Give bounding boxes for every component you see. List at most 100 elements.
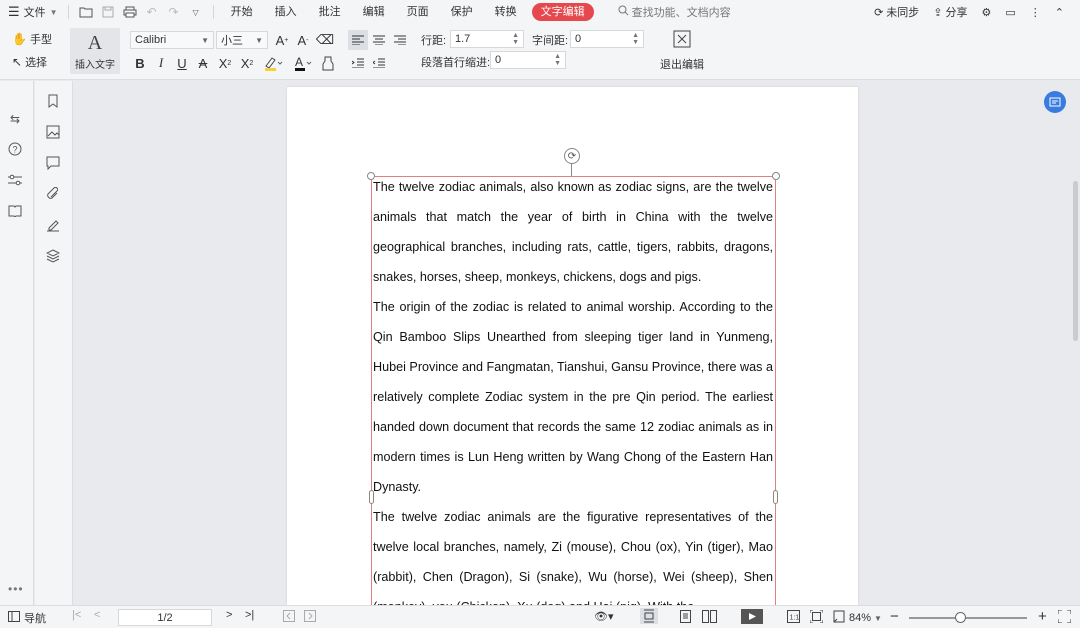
customize-dropdown-icon[interactable]: ▽ (185, 1, 207, 23)
comment-icon[interactable] (43, 153, 63, 173)
hand-tool-button[interactable]: ✋ 手型 (12, 31, 52, 47)
fit-width-icon (833, 610, 845, 626)
first-indent-input[interactable]: 0 ▲ ▼ (490, 51, 566, 69)
prev-page-icon[interactable]: < (94, 609, 100, 621)
font-family-select[interactable]: Calibri ▼ (130, 31, 214, 49)
scrollbar-thumb[interactable] (1073, 181, 1078, 341)
zoom-out-icon[interactable]: − (890, 608, 899, 625)
svg-text:A: A (295, 55, 303, 69)
zoom-in-icon[interactable]: + (1038, 608, 1047, 625)
tab-page[interactable]: 页面 (396, 0, 440, 24)
last-page-icon[interactable]: >| (245, 609, 254, 621)
select-tool-button[interactable]: ↖ 选择 (12, 54, 47, 70)
redo-icon[interactable]: ↷ (163, 1, 185, 23)
zoom-select[interactable]: 84% ▼ (833, 610, 882, 626)
sync-button[interactable]: ⟳ 未同步 (868, 4, 925, 20)
superscript-icon[interactable]: X2 (215, 53, 235, 73)
svg-text:?: ? (13, 145, 18, 155)
left-tool-strip: ⇆ ? (0, 81, 34, 605)
help-icon[interactable]: ? (5, 139, 25, 159)
layers-icon[interactable] (43, 246, 63, 266)
fit-page-icon[interactable] (810, 610, 823, 623)
line-spacing-input[interactable]: 1.7 ▲ ▼ (450, 30, 524, 48)
share-button[interactable]: ⇪ 分享 (927, 4, 973, 20)
decrease-font-icon[interactable]: A- (293, 30, 313, 50)
text-box[interactable]: The twelve zodiac animals, also known as… (367, 172, 780, 605)
text-effect-icon[interactable] (318, 53, 338, 73)
attachment-icon[interactable] (43, 184, 63, 204)
tab-text-edit[interactable]: 文字编辑 (531, 3, 594, 21)
insert-text-button[interactable]: A 插入文字 (70, 28, 120, 74)
tab-convert[interactable]: 转换 (484, 0, 528, 24)
italic-icon[interactable]: I (151, 53, 171, 73)
comment-icon[interactable]: ▭ (999, 6, 1021, 19)
align-center-icon[interactable] (369, 30, 389, 50)
forward-view-icon[interactable] (304, 610, 316, 622)
indent-increase-icon[interactable] (348, 53, 368, 73)
tab-start[interactable]: 开始 (220, 0, 264, 24)
increase-font-icon[interactable]: A + (272, 30, 292, 50)
resize-handle-e[interactable] (773, 490, 778, 504)
chevron-down-icon: ▼ (255, 35, 263, 45)
document-page: ⟳ The twelve zodiac animals, also known … (287, 87, 858, 605)
play-slideshow-icon[interactable] (741, 609, 763, 624)
exit-edit-label: 退出编辑 (660, 59, 704, 71)
continuous-scroll-icon[interactable] (640, 608, 658, 624)
file-menu[interactable]: ☰ 文件 ▼ (4, 0, 62, 24)
fullscreen-icon[interactable] (1058, 610, 1071, 623)
highlight-color-icon[interactable] (260, 53, 286, 73)
panel-icon (8, 611, 20, 625)
search-box[interactable]: 查找功能、文档内容 (618, 4, 731, 20)
text-box-content[interactable]: The twelve zodiac animals, also known as… (373, 172, 773, 605)
font-color-icon[interactable]: A (290, 53, 316, 73)
more-icon[interactable]: ••• (8, 582, 24, 596)
tab-edit[interactable]: 编辑 (352, 0, 396, 24)
first-indent-label: 段落首行缩进: (421, 57, 491, 69)
zoom-slider-track[interactable] (909, 617, 1027, 619)
more-options-icon[interactable]: ⋮ (1024, 6, 1047, 19)
replace-icon[interactable]: ⇆ (5, 109, 25, 129)
strikethrough-icon[interactable]: A (193, 53, 213, 73)
single-page-icon[interactable] (680, 610, 691, 623)
tab-protect[interactable]: 保护 (440, 0, 484, 24)
settings-gear-icon[interactable]: ⚙ (976, 6, 998, 19)
two-page-icon[interactable] (702, 610, 717, 623)
print-icon[interactable] (119, 1, 141, 23)
bold-icon[interactable]: B (130, 53, 150, 73)
save-icon[interactable] (97, 1, 119, 23)
chevron-down-icon: ▼ (874, 613, 882, 623)
first-page-icon[interactable]: |< (72, 609, 81, 621)
subscript-icon[interactable]: X2 (237, 53, 257, 73)
book-icon[interactable] (5, 201, 25, 221)
open-folder-icon[interactable] (75, 1, 97, 23)
font-size-select[interactable]: 小三 ▼ (216, 31, 268, 49)
back-view-icon[interactable] (283, 610, 295, 622)
signature-pen-icon[interactable] (43, 215, 63, 235)
underline-icon[interactable]: U (172, 53, 192, 73)
bookmark-icon[interactable] (43, 91, 63, 111)
char-spacing-input[interactable]: 0 ▲ ▼ (570, 30, 644, 48)
sliders-icon[interactable] (5, 170, 25, 190)
indent-decrease-icon[interactable] (369, 53, 389, 73)
insert-text-label: 插入文字 (75, 59, 115, 71)
clear-format-icon[interactable]: ⌫ (315, 30, 335, 50)
floating-action-icon[interactable] (1044, 91, 1066, 113)
align-left-icon[interactable] (348, 30, 368, 50)
align-right-icon[interactable] (390, 30, 410, 50)
rotate-handle-icon[interactable]: ⟳ (564, 148, 580, 164)
tab-annotate[interactable]: 批注 (308, 0, 352, 24)
eye-mode-icon[interactable]: 👁▾ (594, 610, 614, 623)
collapse-icon[interactable]: ⌃ (1049, 6, 1070, 19)
zoom-slider-knob[interactable] (955, 612, 966, 623)
tab-insert[interactable]: 插入 (264, 0, 308, 24)
undo-icon[interactable]: ↶ (141, 1, 163, 23)
resize-handle-ne[interactable] (772, 172, 780, 180)
image-icon[interactable] (43, 122, 63, 142)
page-number-input[interactable]: 1/2 (118, 609, 212, 626)
vertical-scrollbar[interactable] (1070, 81, 1080, 605)
actual-size-icon[interactable]: 1:1 (787, 610, 800, 623)
exit-edit-button[interactable]: 退出编辑 (660, 30, 704, 72)
line-spacing-label: 行距: (421, 35, 447, 47)
navigation-button[interactable]: 导航 (8, 610, 46, 626)
next-page-icon[interactable]: > (226, 609, 232, 621)
